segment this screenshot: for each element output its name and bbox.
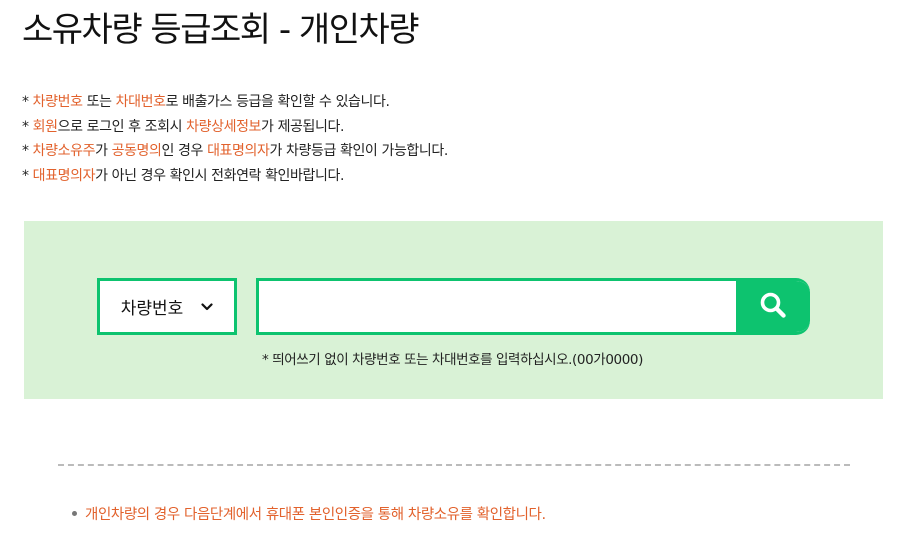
notice-highlight: 차대번호 (115, 94, 166, 110)
notice-item: * 대표명의자가 아닌 경우 확인시 전화연락 확인바랍니다. (22, 164, 448, 189)
notice-highlight: 공동명의 (111, 143, 162, 160)
bottom-note: 개인차량의 경우 다음단계에서 휴대폰 본인인증을 통해 차량소유를 확인합니다… (72, 503, 546, 524)
notice-item: * 차량소유주가 공동명의인 경우 대표명의자가 차량등급 확인이 가능합니다. (22, 139, 448, 164)
search-button[interactable] (736, 281, 810, 332)
search-icon (758, 290, 788, 324)
search-type-value: 차량번호 (120, 299, 184, 319)
notice-highlight: 차량소유주 (32, 143, 96, 160)
notice-item: * 회원으로 로그인 후 조회시 차량상세정보가 제공됩니다. (22, 115, 448, 140)
notice-highlight: 대표명의자 (207, 143, 270, 160)
bottom-note-text: 개인차량의 경우 다음단계에서 휴대폰 본인인증을 통해 차량소유를 확인합니다… (85, 507, 546, 523)
notice-text: 가 차량등급 확인이 가능합니다. (269, 143, 448, 160)
bullet-dot-icon (72, 510, 77, 516)
search-input[interactable] (259, 281, 737, 332)
search-type-select[interactable]: 차량번호 (97, 278, 237, 335)
notice-list: * 차량번호 또는 차대번호로 배출가스 등급을 확인할 수 있습니다. * 회원… (22, 90, 448, 189)
search-panel: 차량번호 * 띄어쓰기 없이 차량번호 또는 차대번호를 입력하십시오.(00가… (24, 221, 883, 399)
notice-bullet: * (22, 143, 33, 160)
notice-highlight: 차량번호 (32, 94, 83, 110)
notice-highlight: 대표명의자 (32, 168, 96, 185)
page-title: 소유차량 등급조회 - 개인차량 (22, 10, 420, 50)
search-hint: * 띄어쓰기 없이 차량번호 또는 차대번호를 입력하십시오.(00가0000) (262, 352, 643, 368)
notice-text: 으로 로그인 후 조회시 (57, 118, 187, 135)
notice-text: 로 배출가스 등급을 확인할 수 있습니다. (165, 94, 390, 110)
notice-highlight: 차량상세정보 (186, 118, 262, 135)
notice-text: 가 아닌 경우 확인시 전화연락 확인바랍니다. (95, 168, 345, 185)
notice-text: 가 제공됩니다. (261, 118, 345, 135)
notice-text: 인 경우 (161, 143, 208, 160)
notice-text: 가 (95, 143, 112, 160)
divider (58, 464, 850, 466)
notice-bullet: * (22, 94, 33, 110)
notice-item: * 차량번호 또는 차대번호로 배출가스 등급을 확인할 수 있습니다. (22, 90, 448, 115)
chevron-down-icon (201, 302, 213, 311)
notice-bullet: * (22, 118, 33, 135)
notice-text: 또는 (82, 94, 116, 110)
notice-bullet: * (22, 168, 33, 185)
search-box (256, 278, 810, 335)
notice-highlight: 회원 (32, 118, 58, 135)
